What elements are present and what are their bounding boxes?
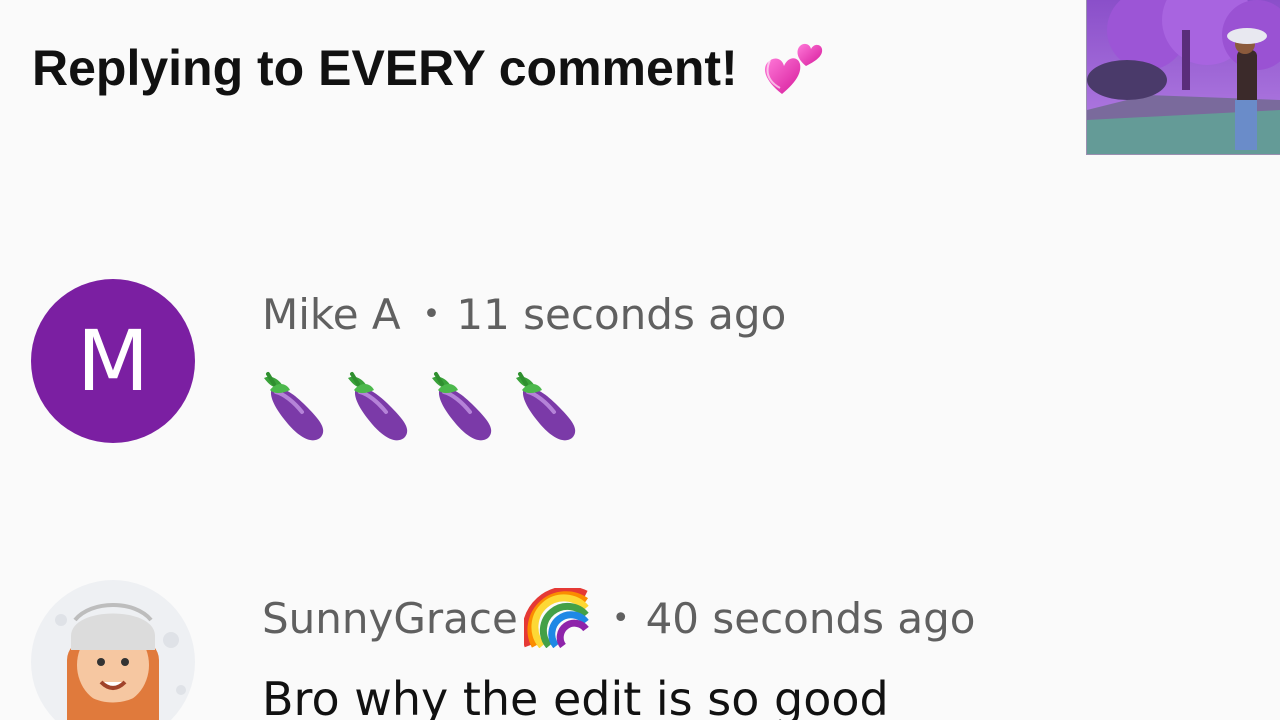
- video-title-text: Replying to EVERY comment!: [32, 40, 738, 96]
- rainbow-icon: [521, 586, 590, 649]
- comments-screen: Replying to EVERY comment! M Mike A • 11…: [0, 0, 1280, 720]
- comment-meta: SunnyGrace • 40 seconds ago: [262, 586, 976, 649]
- comment-meta: Mike A • 11 seconds ago: [262, 290, 786, 339]
- avatar[interactable]: [31, 580, 195, 720]
- avatar[interactable]: M: [31, 279, 195, 443]
- video-title: Replying to EVERY comment!: [32, 38, 824, 98]
- comment-body: Bro why the edit is so good: [262, 672, 889, 720]
- meta-separator: •: [422, 297, 441, 332]
- eggplant-icon: [516, 372, 576, 441]
- comment-timestamp: 11 seconds ago: [456, 290, 787, 339]
- meta-separator: •: [611, 600, 630, 636]
- video-thumbnail[interactable]: [1086, 0, 1280, 155]
- comment-body: [262, 368, 590, 442]
- revolving-hearts-icon: [760, 38, 824, 98]
- comment-author[interactable]: Mike A: [262, 290, 401, 339]
- comment-author[interactable]: SunnyGrace: [262, 594, 518, 643]
- eggplant-icon: [348, 372, 408, 441]
- avatar-letter: M: [76, 312, 150, 410]
- eggplant-icon: [264, 372, 324, 441]
- eggplant-icon: [432, 372, 492, 441]
- comment-timestamp: 40 seconds ago: [645, 593, 976, 643]
